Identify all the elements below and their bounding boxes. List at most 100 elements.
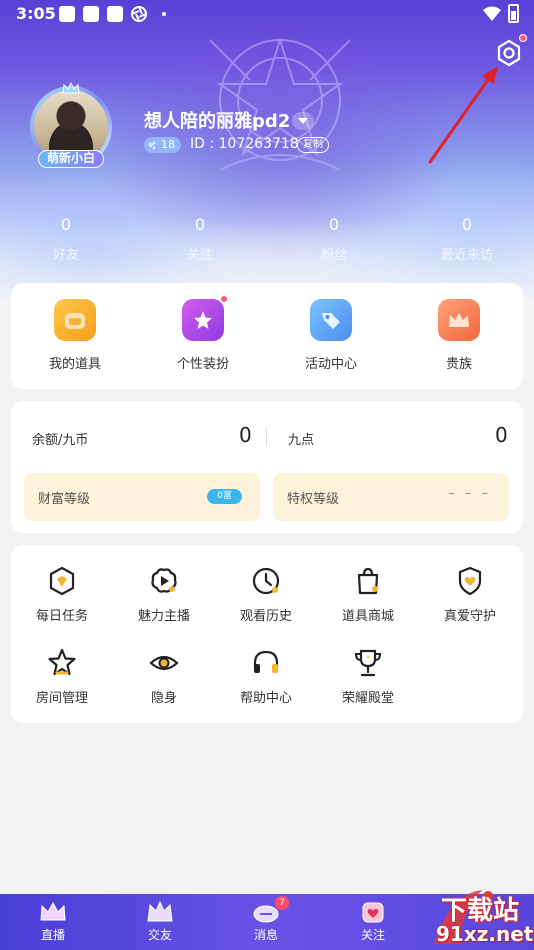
tab-label: 消息	[253, 928, 278, 942]
follow-icon	[362, 902, 384, 923]
daily-task-icon	[49, 566, 75, 596]
level-value: 18	[161, 138, 175, 151]
tab-live[interactable]: 直播	[0, 894, 106, 950]
shopping-bag-icon	[357, 567, 379, 595]
func-label: 荣耀殿堂	[341, 691, 394, 706]
friends-icon	[147, 900, 173, 922]
message-count-badge: 7	[275, 896, 289, 910]
stat-label: 好友	[52, 248, 79, 263]
func-label: 房间管理	[35, 691, 88, 706]
clock-icon	[252, 567, 280, 595]
status-bar: 3:05	[0, 0, 534, 28]
func-label: 道具商城	[341, 609, 394, 624]
quick-actions-card: 我的道具 个性装扮 活动中心 贵族	[11, 283, 523, 389]
quick-label: 个性装扮	[176, 357, 229, 372]
tab-label: 直播	[40, 928, 65, 942]
func-watch-history[interactable]: 观看历史	[215, 565, 317, 624]
stat-following[interactable]: 0 关注	[150, 212, 250, 263]
settings-notification-dot	[519, 34, 527, 42]
func-help-center[interactable]: 帮助中心	[215, 647, 317, 706]
avatar-badge: 萌新小白	[38, 150, 104, 168]
heart-shield-icon	[458, 566, 482, 596]
func-label: 魅力主播	[137, 609, 190, 624]
bread-box-icon	[54, 299, 96, 341]
status-time: 3:05	[16, 4, 56, 23]
copy-id-button[interactable]: 复制	[297, 137, 329, 153]
annotation-arrow	[428, 66, 498, 164]
points-label: 九点	[288, 433, 315, 448]
func-charm-anchor[interactable]: 魅力主播	[113, 565, 215, 624]
tab-messages[interactable]: 7 消息	[213, 894, 319, 950]
divider	[266, 428, 267, 446]
func-label: 帮助中心	[239, 691, 292, 706]
trophy-icon	[354, 649, 382, 677]
balance-label: 余额/九币	[32, 433, 89, 448]
quick-nobility[interactable]: 贵族	[404, 299, 514, 372]
stat-friends[interactable]: 0 好友	[16, 212, 116, 263]
tab-friends[interactable]: 交友	[107, 894, 213, 950]
wealth-level-tag: 0富	[207, 489, 242, 504]
stat-value: 0	[328, 215, 340, 234]
eye-icon	[149, 655, 179, 671]
stat-value: 0	[194, 215, 206, 234]
stat-value: 0	[60, 215, 72, 234]
charm-anchor-icon	[151, 568, 177, 593]
live-icon	[40, 901, 66, 921]
stat-recent-visitors[interactable]: 0 最近来访	[417, 212, 517, 263]
quick-my-items[interactable]: 我的道具	[20, 299, 130, 372]
func-true-love-guard[interactable]: 真爱守护	[419, 565, 521, 624]
func-label: 真爱守护	[443, 609, 496, 624]
user-id: ID : 107263718	[190, 136, 299, 152]
func-label: 观看历史	[239, 609, 292, 624]
stat-label: 最近来访	[440, 248, 493, 263]
stat-fans[interactable]: 0 粉丝	[284, 212, 384, 263]
crown-icon	[438, 299, 480, 341]
functions-card: 每日任务 魅力主播 观看历史 道具商城 真爱守护 房间管理 隐身 帮助中心 荣耀…	[11, 545, 523, 723]
privilege-level-label: 特权等级	[287, 492, 340, 507]
quick-personal-decor[interactable]: 个性装扮	[148, 295, 258, 372]
ticket-tag-icon	[310, 299, 352, 341]
quick-activity-center[interactable]: 活动中心	[276, 299, 386, 372]
stat-value: 0	[461, 215, 473, 234]
notification-icon	[83, 6, 99, 22]
notification-icon	[107, 6, 123, 22]
points-value[interactable]: 0	[495, 423, 508, 447]
link-icon	[148, 141, 156, 150]
star-sparkle-icon	[182, 295, 228, 341]
notification-icon	[59, 6, 75, 22]
func-daily-task[interactable]: 每日任务	[11, 565, 113, 624]
wealth-level-box[interactable]: 财富等级 0富	[24, 473, 260, 521]
more-notifications-dot	[162, 12, 166, 16]
stat-label: 粉丝	[320, 248, 347, 263]
new-dot	[220, 295, 228, 303]
privilege-level-value: – – –	[448, 486, 491, 501]
func-label: 每日任务	[35, 609, 88, 624]
tab-follow[interactable]: 关注	[320, 894, 426, 950]
username: 想人陪的丽雅pd2	[144, 111, 291, 132]
account-switch-dropdown-icon[interactable]	[292, 112, 314, 130]
wallet-card: 余额/九币 0 九点 0 财富等级 0富 特权等级 – – –	[11, 401, 523, 533]
quick-label: 贵族	[445, 357, 472, 372]
stats-row: 0 好友 0 关注 0 粉丝 0 最近来访	[0, 212, 534, 272]
func-label: 隐身	[150, 691, 177, 706]
avatar[interactable]: 萌新小白	[30, 82, 112, 168]
func-room-management[interactable]: 房间管理	[11, 647, 113, 706]
func-invisible[interactable]: 隐身	[113, 647, 215, 706]
balance-value[interactable]: 0	[239, 423, 252, 447]
battery-icon	[508, 4, 519, 23]
tab-label: 关注	[360, 928, 385, 942]
quick-label: 我的道具	[48, 357, 101, 372]
func-item-mall[interactable]: 道具商城	[317, 565, 419, 624]
headset-icon	[253, 650, 279, 673]
privilege-level-box[interactable]: 特权等级 – – –	[273, 473, 509, 521]
level-badge: 18	[144, 137, 181, 153]
star-outline-icon	[48, 648, 76, 676]
quick-label: 活动中心	[304, 357, 357, 372]
watermark-url: 91xz.net	[436, 922, 534, 946]
tab-label: 交友	[147, 928, 172, 942]
wealth-level-label: 财富等级	[38, 492, 91, 507]
aperture-icon	[131, 6, 147, 22]
func-glory-hall[interactable]: 荣耀殿堂	[317, 647, 419, 706]
wifi-icon	[483, 6, 501, 21]
crown-icon	[62, 82, 80, 94]
